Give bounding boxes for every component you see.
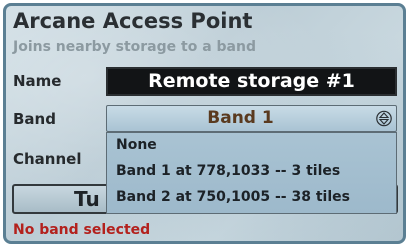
band-label: Band [13,110,56,128]
band-selected-value: Band 1 [207,108,274,128]
band-option-2[interactable]: Band 2 at 750,1005 -- 38 tiles [116,189,350,205]
tune-button-label: Tu [74,187,100,211]
band-select[interactable]: Band 1 [106,105,397,132]
channel-label: Channel [13,150,82,168]
arcane-access-point-window: Arcane Access Point Joins nearby storage… [3,3,406,244]
band-dropdown-menu: None Band 1 at 778,1033 -- 3 tiles Band … [106,132,397,214]
status-message: No band selected [13,222,151,238]
name-input[interactable]: Remote storage #1 [106,67,397,96]
band-option-none[interactable]: None [116,137,157,153]
updown-arrows-icon[interactable] [376,110,392,127]
name-label: Name [13,72,62,90]
band-option-1[interactable]: Band 1 at 778,1033 -- 3 tiles [116,163,340,179]
window-subtitle: Joins nearby storage to a band [13,39,256,55]
window-title: Arcane Access Point [13,9,253,33]
